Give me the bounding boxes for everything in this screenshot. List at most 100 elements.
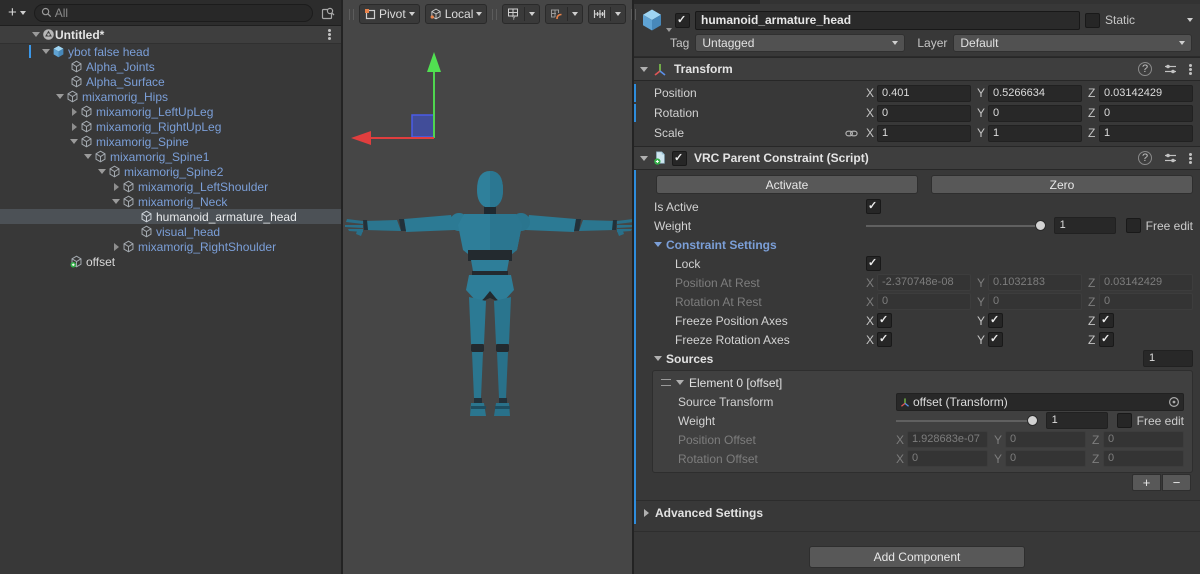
freeze-rotation-z-checkbox[interactable] bbox=[1099, 332, 1114, 347]
tree-row-humanoid-armature-head[interactable]: humanoid_armature_head bbox=[0, 209, 341, 224]
scale-z-field[interactable]: 1 bbox=[1099, 124, 1193, 142]
foldout-expanded-icon[interactable] bbox=[676, 380, 684, 385]
chevron-down-icon[interactable] bbox=[529, 12, 536, 16]
foldout-expanded-icon[interactable] bbox=[70, 139, 78, 144]
tree-row-spine[interactable]: mixamorig_Spine bbox=[0, 134, 341, 149]
link-scale-icon[interactable] bbox=[845, 128, 858, 139]
snap-increment-button[interactable] bbox=[588, 4, 627, 24]
scene-kebab-menu-icon[interactable] bbox=[328, 33, 331, 36]
add-component-button[interactable]: Add Component bbox=[809, 546, 1025, 568]
foldout-expanded-icon[interactable] bbox=[640, 66, 648, 72]
gizmo-x-arrowhead[interactable] bbox=[351, 131, 371, 145]
slider-handle[interactable] bbox=[1034, 220, 1046, 231]
tag-dropdown[interactable]: Untagged bbox=[695, 33, 906, 52]
scene-header-row[interactable]: Untitled* bbox=[0, 26, 341, 44]
scale-y-field[interactable]: 1 bbox=[988, 124, 1082, 142]
sources-foldout[interactable]: Sources 1 bbox=[634, 349, 1200, 368]
gizmo-y-arrowhead[interactable] bbox=[427, 52, 441, 72]
constraint-settings-foldout[interactable]: Constraint Settings bbox=[634, 235, 1200, 254]
component-menu-icon[interactable] bbox=[1189, 67, 1192, 71]
freeze-position-z-checkbox[interactable] bbox=[1099, 313, 1114, 328]
element-weight-value-field[interactable]: 1 bbox=[1045, 412, 1108, 429]
tree-row-alpha-surface[interactable]: Alpha_Surface bbox=[0, 74, 341, 89]
presets-icon[interactable] bbox=[1164, 63, 1177, 75]
position-x-field[interactable]: 0.401 bbox=[877, 84, 971, 102]
prefab-icon[interactable] bbox=[640, 8, 672, 32]
search-picker-button[interactable] bbox=[319, 5, 337, 21]
position-y-field[interactable]: 0.5266634 bbox=[988, 84, 1082, 102]
slider-handle[interactable] bbox=[1026, 415, 1038, 426]
scale-x-field[interactable]: 1 bbox=[877, 124, 971, 142]
tree-row-hips[interactable]: mixamorig_Hips bbox=[0, 89, 341, 104]
hierarchy-search-input[interactable]: All bbox=[33, 3, 313, 22]
scene-view[interactable]: Pivot Local Y bbox=[343, 0, 637, 574]
element-weight-slider[interactable] bbox=[896, 414, 1038, 427]
tree-row-neck[interactable]: mixamorig_Neck bbox=[0, 194, 341, 209]
tree-row-rightupleg[interactable]: mixamorig_RightUpLeg bbox=[0, 119, 341, 134]
tree-row-spine2[interactable]: mixamorig_Spine2 bbox=[0, 164, 341, 179]
tree-row-rightshoulder[interactable]: mixamorig_RightShoulder bbox=[0, 239, 341, 254]
rotation-x-field[interactable]: 0 bbox=[877, 104, 971, 122]
tree-row-offset[interactable]: offset bbox=[0, 254, 341, 269]
freeze-rotation-x-checkbox[interactable] bbox=[877, 332, 892, 347]
transform-component-header[interactable]: Transform ? bbox=[634, 57, 1200, 81]
tree-row-spine1[interactable]: mixamorig_Spine1 bbox=[0, 149, 341, 164]
object-picker-icon[interactable] bbox=[1168, 396, 1180, 408]
local-space-button[interactable]: Local bbox=[424, 4, 488, 24]
zero-button[interactable]: Zero bbox=[931, 175, 1193, 194]
foldout-expanded-icon[interactable] bbox=[56, 94, 64, 99]
remove-source-button[interactable]: − bbox=[1162, 474, 1191, 491]
chevron-down-icon[interactable] bbox=[615, 12, 622, 16]
position-z-field[interactable]: 0.03142429 bbox=[1099, 84, 1193, 102]
foldout-expanded-icon[interactable] bbox=[42, 49, 50, 54]
foldout-expanded-icon[interactable] bbox=[640, 155, 648, 161]
add-source-button[interactable]: + bbox=[1132, 474, 1161, 491]
foldout-collapsed-icon[interactable] bbox=[114, 182, 119, 191]
tree-row-visual-head[interactable]: visual_head bbox=[0, 224, 341, 239]
help-icon[interactable]: ? bbox=[1138, 151, 1152, 165]
foldout-expanded-icon[interactable] bbox=[654, 242, 662, 247]
tree-row-leftshoulder[interactable]: mixamorig_LeftShoulder bbox=[0, 179, 341, 194]
element-free-edit-checkbox[interactable] bbox=[1116, 413, 1132, 428]
component-menu-icon[interactable] bbox=[1189, 156, 1192, 160]
foldout-expanded-icon[interactable] bbox=[32, 32, 40, 37]
gameobject-name-field[interactable]: humanoid_armature_head bbox=[695, 10, 1080, 30]
toolbar-drag-handle[interactable] bbox=[349, 8, 354, 20]
create-object-button[interactable]: + bbox=[4, 5, 30, 20]
help-icon[interactable]: ? bbox=[1138, 62, 1152, 76]
foldout-collapsed-icon[interactable] bbox=[72, 122, 77, 131]
rotation-y-field[interactable]: 0 bbox=[988, 104, 1082, 122]
toolbar-drag-handle[interactable] bbox=[492, 8, 498, 20]
lock-checkbox[interactable] bbox=[866, 256, 881, 271]
layer-dropdown[interactable]: Default bbox=[953, 33, 1192, 52]
gizmo-xy-plane-handle[interactable] bbox=[411, 114, 435, 138]
freeze-position-x-checkbox[interactable] bbox=[877, 313, 892, 328]
freeze-rotation-y-checkbox[interactable] bbox=[988, 332, 1003, 347]
foldout-expanded-icon[interactable] bbox=[112, 199, 120, 204]
sources-count-field[interactable]: 1 bbox=[1143, 350, 1193, 367]
activate-button[interactable]: Activate bbox=[656, 175, 918, 194]
advanced-settings-foldout[interactable]: Advanced Settings bbox=[634, 500, 1200, 524]
toolbar-drag-handle[interactable] bbox=[631, 8, 637, 20]
is-active-checkbox[interactable] bbox=[866, 199, 881, 214]
presets-icon[interactable] bbox=[1164, 152, 1177, 164]
free-edit-checkbox[interactable] bbox=[1125, 218, 1141, 233]
grid-snap-button[interactable] bbox=[545, 4, 584, 24]
element-0-header[interactable]: Element 0 [offset] bbox=[653, 373, 1192, 392]
vrc-constraint-header[interactable]: VRC Parent Constraint (Script) ? bbox=[634, 146, 1200, 170]
component-enabled-checkbox[interactable] bbox=[672, 150, 687, 166]
tree-row-alpha-joints[interactable]: Alpha_Joints bbox=[0, 59, 341, 74]
foldout-expanded-icon[interactable] bbox=[98, 169, 106, 174]
chevron-down-icon[interactable] bbox=[1187, 18, 1193, 22]
weight-value-field[interactable]: 1 bbox=[1053, 217, 1116, 234]
freeze-position-y-checkbox[interactable] bbox=[988, 313, 1003, 328]
drag-handle-icon[interactable] bbox=[661, 379, 671, 386]
tree-row-ybot[interactable]: ybot false head bbox=[0, 44, 341, 59]
move-gizmo[interactable] bbox=[343, 0, 632, 574]
pivot-mode-button[interactable]: Pivot bbox=[359, 4, 420, 24]
foldout-expanded-icon[interactable] bbox=[654, 356, 662, 361]
foldout-expanded-icon[interactable] bbox=[84, 154, 92, 159]
rotation-z-field[interactable]: 0 bbox=[1099, 104, 1193, 122]
foldout-collapsed-icon[interactable] bbox=[72, 107, 77, 116]
gameobject-active-checkbox[interactable] bbox=[675, 12, 690, 28]
